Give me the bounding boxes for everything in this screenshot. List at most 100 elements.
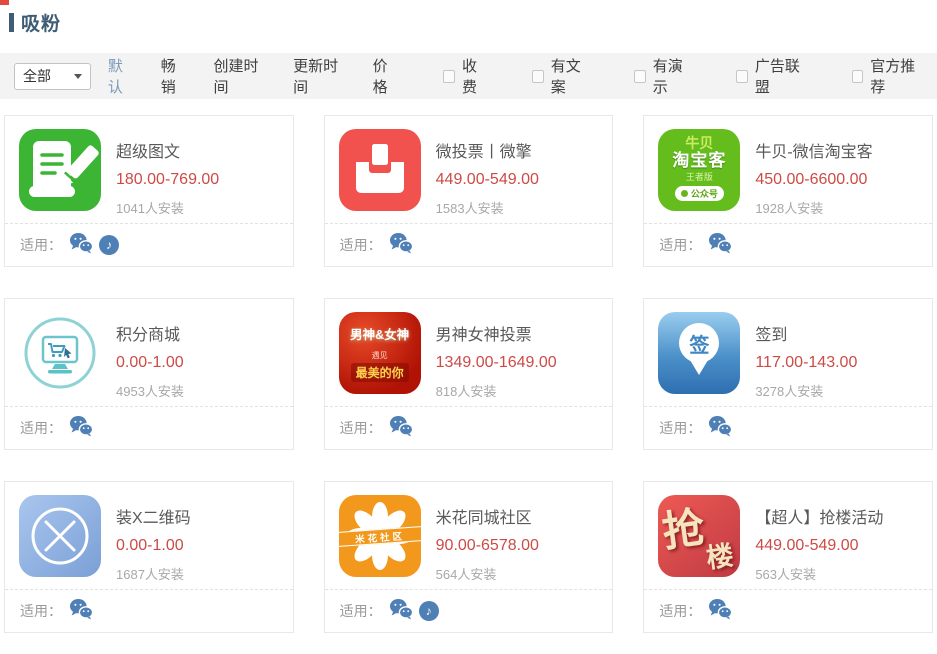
app-installs: 818人安装 (436, 381, 557, 400)
app-card[interactable]: 牛贝 淘宝客 王者版 公众号 牛贝-微信淘宝客 450.00-6600.00 1… (643, 115, 933, 267)
checkbox-box[interactable] (532, 70, 544, 83)
wechat-icon (389, 415, 413, 442)
app-price: 450.00-6600.00 (755, 171, 872, 189)
sort-link-default[interactable]: 默认 (108, 55, 135, 97)
app-grid: 超级图文 180.00-769.00 1041人安装 适用： ♪ (4, 115, 933, 633)
checkbox-label: 有演示 (653, 55, 692, 97)
app-icon-grab-floor: 抢 楼 (658, 495, 740, 577)
app-icon-scroll-pencil (19, 129, 101, 211)
app-installs: 4953人安装 (116, 381, 184, 400)
app-price: 90.00-6578.00 (436, 537, 539, 555)
icon-text: 签 (689, 329, 709, 358)
app-card[interactable]: 超级图文 180.00-769.00 1041人安装 适用： ♪ (4, 115, 294, 267)
app-price: 449.00-549.00 (436, 171, 539, 189)
app-title[interactable]: 积分商城 (116, 321, 184, 345)
page-header: 吸粉 (0, 0, 937, 36)
card-footer: 适用： (325, 223, 613, 266)
filter-bar: 全部 默认 畅销 创建时间 更新时间 价格 收费 有文案 有演示 广告联盟 官方… (0, 53, 937, 99)
wechat-icon (708, 415, 732, 442)
applicable-label: 适用： (340, 418, 382, 438)
icon-text: 遇见 (372, 350, 388, 361)
app-installs: 1928人安装 (755, 198, 872, 217)
wechat-icon (389, 598, 413, 625)
pin-tail (690, 360, 708, 375)
note-circle-icon: ♪ (99, 235, 119, 255)
app-icon-gods-vote: 男神&女神 遇见 最美的你 (339, 312, 421, 394)
checkbox-label: 有文案 (551, 55, 590, 97)
app-icon-checkin-pin: 签 (658, 312, 740, 394)
applicable-label: 适用： (340, 235, 382, 255)
applicable-label: 适用： (20, 601, 62, 621)
category-select-value: 全部 (23, 66, 51, 86)
app-installs: 564人安装 (436, 564, 539, 583)
app-installs: 1687人安装 (116, 564, 191, 583)
app-price: 449.00-549.00 (755, 537, 883, 555)
card-footer: 适用： (5, 589, 293, 632)
wechat-icon (389, 232, 413, 259)
card-footer: 适用： ♪ (5, 223, 293, 266)
checkbox-has-demo[interactable]: 有演示 (634, 55, 692, 97)
app-title[interactable]: 牛贝-微信淘宝客 (755, 138, 872, 162)
app-card[interactable]: 微投票丨微擎 449.00-549.00 1583人安装 适用： (324, 115, 614, 267)
checkbox-box[interactable] (634, 70, 646, 83)
sort-link-create-time[interactable]: 创建时间 (214, 55, 268, 97)
corner-artifact (0, 0, 9, 5)
app-installs: 1041人安装 (116, 198, 219, 217)
app-title[interactable]: 签到 (755, 321, 857, 345)
note-circle-icon: ♪ (419, 601, 439, 621)
app-title[interactable]: 【超人】抢楼活动 (755, 504, 883, 528)
checkbox-label: 广告联盟 (755, 55, 808, 97)
app-price: 0.00-1.00 (116, 537, 191, 555)
checkbox-ad-alliance[interactable]: 广告联盟 (736, 55, 807, 97)
app-title[interactable]: 米花同城社区 (436, 504, 539, 528)
wechat-icon (69, 232, 93, 259)
wechat-icon (69, 415, 93, 442)
app-icon-ballot-box (339, 129, 421, 211)
checkbox-label: 收费 (462, 55, 488, 97)
wechat-icon (69, 598, 93, 625)
app-price: 117.00-143.00 (755, 354, 857, 372)
applicable-label: 适用： (659, 418, 701, 438)
checkbox-box[interactable] (736, 70, 748, 83)
page-title: 吸粉 (21, 9, 61, 36)
app-card[interactable]: 装X二维码 0.00-1.00 1687人安装 适用： (4, 481, 294, 633)
app-title[interactable]: 男神女神投票 (436, 321, 557, 345)
app-title[interactable]: 装X二维码 (116, 504, 191, 528)
category-select[interactable]: 全部 (14, 63, 91, 90)
app-icon-rice-flower: 米花社区 (339, 495, 421, 577)
app-card[interactable]: 积分商城 0.00-1.00 4953人安装 适用： (4, 298, 294, 450)
checkbox-official-recommend[interactable]: 官方推荐 (852, 55, 923, 97)
card-footer: 适用： (644, 223, 932, 266)
sort-link-bestselling[interactable]: 畅销 (161, 55, 188, 97)
card-footer: 适用： (325, 406, 613, 449)
app-title[interactable]: 超级图文 (116, 138, 219, 162)
app-card[interactable]: 抢 楼 【超人】抢楼活动 449.00-549.00 563人安装 适用： (643, 481, 933, 633)
app-icon-niubei-logo: 牛贝 淘宝客 王者版 公众号 (658, 129, 740, 211)
app-installs: 563人安装 (755, 564, 883, 583)
app-installs: 1583人安装 (436, 198, 539, 217)
checkbox-paid[interactable]: 收费 (443, 55, 488, 97)
sort-link-update-time[interactable]: 更新时间 (293, 55, 347, 97)
icon-text: 楼 (704, 533, 736, 575)
app-card[interactable]: 男神&女神 遇见 最美的你 男神女神投票 1349.00-1649.00 818… (324, 298, 614, 450)
card-footer: 适用： (644, 406, 932, 449)
icon-text: 王者版 (686, 172, 713, 184)
sort-link-price[interactable]: 价格 (373, 55, 400, 97)
app-card[interactable]: 签 签到 117.00-143.00 3278人安装 适用： (643, 298, 933, 450)
app-icon-points-mall (19, 312, 101, 394)
checkbox-has-copywriting[interactable]: 有文案 (532, 55, 590, 97)
app-price: 0.00-1.00 (116, 354, 184, 372)
app-icon-circle-x (19, 495, 101, 577)
checkbox-box[interactable] (852, 70, 864, 83)
icon-text: 男神&女神 (350, 324, 409, 343)
app-card[interactable]: 米花社区 米花同城社区 90.00-6578.00 564人安装 适用： ♪ (324, 481, 614, 633)
applicable-label: 适用： (20, 235, 62, 255)
wechat-icon (708, 598, 732, 625)
checkbox-label: 官方推荐 (870, 55, 923, 97)
official-account-badge: 公众号 (675, 186, 724, 201)
app-title[interactable]: 微投票丨微擎 (436, 138, 539, 162)
checkbox-box[interactable] (443, 70, 455, 83)
icon-text: 淘宝客 (672, 151, 726, 171)
icon-text: 抢 (658, 495, 708, 560)
app-installs: 3278人安装 (755, 381, 857, 400)
